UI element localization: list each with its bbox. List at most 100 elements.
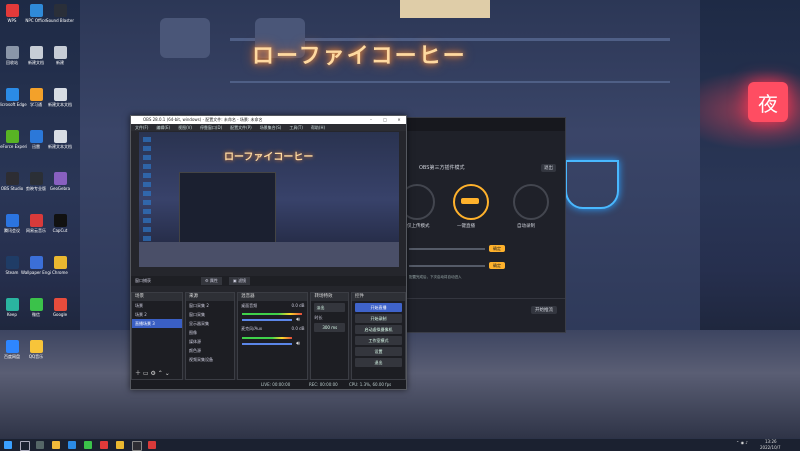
controls-dock-title: 控件 (352, 293, 405, 301)
wallpaper-neon-sign: ローファイコーヒー (252, 44, 467, 69)
desktop-app-icon (29, 130, 43, 143)
wps-icon[interactable] (100, 441, 108, 449)
desktop-app-icon (29, 88, 43, 101)
maximize-icon[interactable]: □ (378, 116, 392, 124)
mode-record-title: 自动录制 (517, 224, 535, 229)
edge-icon[interactable] (68, 441, 76, 449)
taskbar-date: 2022/10/7 (760, 445, 781, 450)
desktop-icon[interactable]: GeoGebra (45, 172, 75, 191)
start-virtual-camera-button[interactable]: 启动虚拟摄像机 (355, 325, 402, 334)
settings-button[interactable]: 设置 (355, 347, 402, 356)
wechat-icon[interactable] (84, 441, 92, 449)
desktop-icon[interactable]: 新建文本文档 (45, 88, 75, 107)
desktop-icon[interactable]: 新建文本文档 (45, 130, 75, 149)
mixer-dock-title: 混音器 (238, 293, 308, 301)
obs-menubar: 文件(F) 编辑(E) 视图(V) 停靠窗口(D) 配置文件(P) 场景集合(S… (131, 124, 406, 131)
desktop-app-icon (5, 88, 19, 101)
plugin-panel-title: OBS第三方插件模式 (419, 165, 465, 171)
desktop-icon-label: 新建 (56, 60, 64, 65)
desktop-app-icon (5, 172, 19, 185)
transitions-dock: 转场特效 淡出 时长 300 ms (310, 292, 350, 380)
file-explorer-icon[interactable] (52, 441, 60, 449)
source-item[interactable]: 图像 (186, 328, 234, 337)
close-icon[interactable]: ✕ (392, 116, 406, 124)
transition-select[interactable]: 淡出 (314, 303, 346, 312)
plugin-slider-1-confirm[interactable]: 确定 (489, 245, 505, 252)
source-item[interactable]: 颜色源 (186, 346, 234, 355)
minimize-icon[interactable]: – (364, 116, 378, 124)
scene-item[interactable]: 场景 (132, 301, 182, 310)
source-item[interactable]: 媒体源 (186, 337, 234, 346)
exit-button[interactable]: 退出 (355, 358, 402, 367)
task-view-icon[interactable] (36, 441, 44, 449)
desktop-app-icon (53, 298, 67, 311)
source-item[interactable]: 视频采集设备 (186, 355, 234, 364)
obs-docks: 场景 场景 场景 2 直播场景 3 ＋ ▭ ⚙ ⌃ ⌄ 来源 窗口采集 2 窗口… (131, 292, 406, 380)
start-recording-button[interactable]: 开始录制 (355, 314, 402, 323)
properties-button[interactable]: ⚙ 属性 (201, 277, 222, 285)
music-icon[interactable] (148, 441, 156, 449)
desktop-app-icon (53, 4, 67, 17)
mixer-meter (242, 313, 303, 315)
mixer-track-name: 麦克风/Aux (241, 326, 263, 331)
source-item[interactable]: 窗口采集 (186, 310, 234, 319)
desktop-app-icon (29, 214, 43, 227)
desktop-app-icon (5, 256, 19, 269)
desktop-app-icon (53, 88, 67, 101)
scene-item-selected[interactable]: 直播场景 3 (132, 319, 183, 328)
taskbar: ⌃ ◉ ♪ 13:26 2022/10/7 (0, 438, 800, 451)
plugin-slider-2[interactable] (409, 265, 485, 267)
chrome-icon[interactable] (116, 441, 124, 449)
desktop-icon[interactable]: 新建 (45, 46, 75, 65)
menu-view[interactable]: 视图(V) (178, 124, 192, 131)
scene-add-icon[interactable]: ＋ ▭ ⚙ ⌃ ⌄ (135, 368, 170, 377)
obs-window: OBS 28.0.1 (64-bit, windows) - 配置文件: 未命名… (130, 115, 407, 390)
plugin-slider-1[interactable] (409, 248, 485, 250)
menu-profile[interactable]: 配置文件(P) (230, 124, 252, 131)
taskbar-tray-icons[interactable]: ⌃ ◉ ♪ (736, 440, 748, 445)
plugin-panel-header (405, 118, 565, 131)
mixer-dock: 混音器 桌面音频 0.0 dB 🔊︎ 麦克风/Aux 0.0 dB 🔊︎ (237, 292, 309, 380)
source-toolbar-label: 窗口捕获 (135, 278, 151, 283)
speaker-icon[interactable]: 🔊︎ (296, 340, 300, 348)
status-cpu: CPU: 1.3%, 60.00 fps (349, 382, 392, 387)
controls-dock: 控件 开始直播 开始录制 启动虚拟摄像机 工作室模式 设置 退出 (351, 292, 406, 380)
plugin-hint: 配置完成后，下次启动将自动进入 (409, 275, 462, 279)
obs-preview[interactable]: ローファイコーヒー (139, 132, 399, 267)
plugin-panel-close-button[interactable]: 退出 (541, 164, 556, 172)
menu-edit[interactable]: 编辑(E) (156, 124, 170, 131)
start-streaming-button[interactable]: 开始直播 (355, 303, 402, 312)
desktop-app-icon (5, 214, 19, 227)
windows-start-icon[interactable] (4, 441, 12, 449)
obs-window-title: OBS 28.0.1 (64-bit, windows) - 配置文件: 未命名… (143, 117, 263, 122)
desktop-icon[interactable]: Chrome (45, 256, 75, 275)
desktop-icon[interactable]: CapCut (45, 214, 75, 233)
mixer-volume-slider[interactable] (242, 319, 293, 321)
mode-record-circle[interactable] (513, 184, 549, 220)
desktop-icon[interactable]: Sound Blaster (45, 4, 75, 23)
plugin-start-button[interactable]: 开始推流 (531, 306, 557, 314)
menu-docks[interactable]: 停靠窗口(D) (200, 124, 222, 131)
menu-file[interactable]: 文件(F) (135, 124, 148, 131)
studio-mode-button[interactable]: 工作室模式 (355, 336, 402, 345)
source-item[interactable]: 显示器采集 (186, 319, 234, 328)
desktop-app-icon (53, 130, 67, 143)
transition-duration-input[interactable]: 300 ms (314, 323, 346, 332)
desktop-icon-label: QQ音乐 (28, 354, 44, 359)
desktop-icon[interactable]: Google (45, 298, 75, 317)
source-item[interactable]: 窗口采集 2 (186, 301, 234, 310)
menu-help[interactable]: 帮助(H) (311, 124, 325, 131)
sources-dock-title: 来源 (186, 293, 235, 301)
menu-tools[interactable]: 工具(T) (289, 124, 303, 131)
scene-item[interactable]: 场景 2 (132, 310, 182, 319)
mode-upload-title: 仅上传模式 (407, 224, 430, 229)
speaker-icon[interactable]: 🔊︎ (296, 316, 300, 324)
desktop-icon[interactable]: QQ音乐 (21, 340, 51, 359)
menu-scene-collection[interactable]: 场景集合(S) (260, 124, 282, 131)
plugin-slider-2-confirm[interactable]: 确定 (489, 262, 505, 269)
transitions-dock-title: 转场特效 (311, 293, 349, 301)
filters-button[interactable]: ▣ 滤镜 (229, 277, 251, 285)
desktop-icon-label: CapCut (52, 228, 68, 233)
scenes-dock-title: 场景 (132, 293, 183, 301)
mixer-volume-slider[interactable] (242, 343, 293, 345)
